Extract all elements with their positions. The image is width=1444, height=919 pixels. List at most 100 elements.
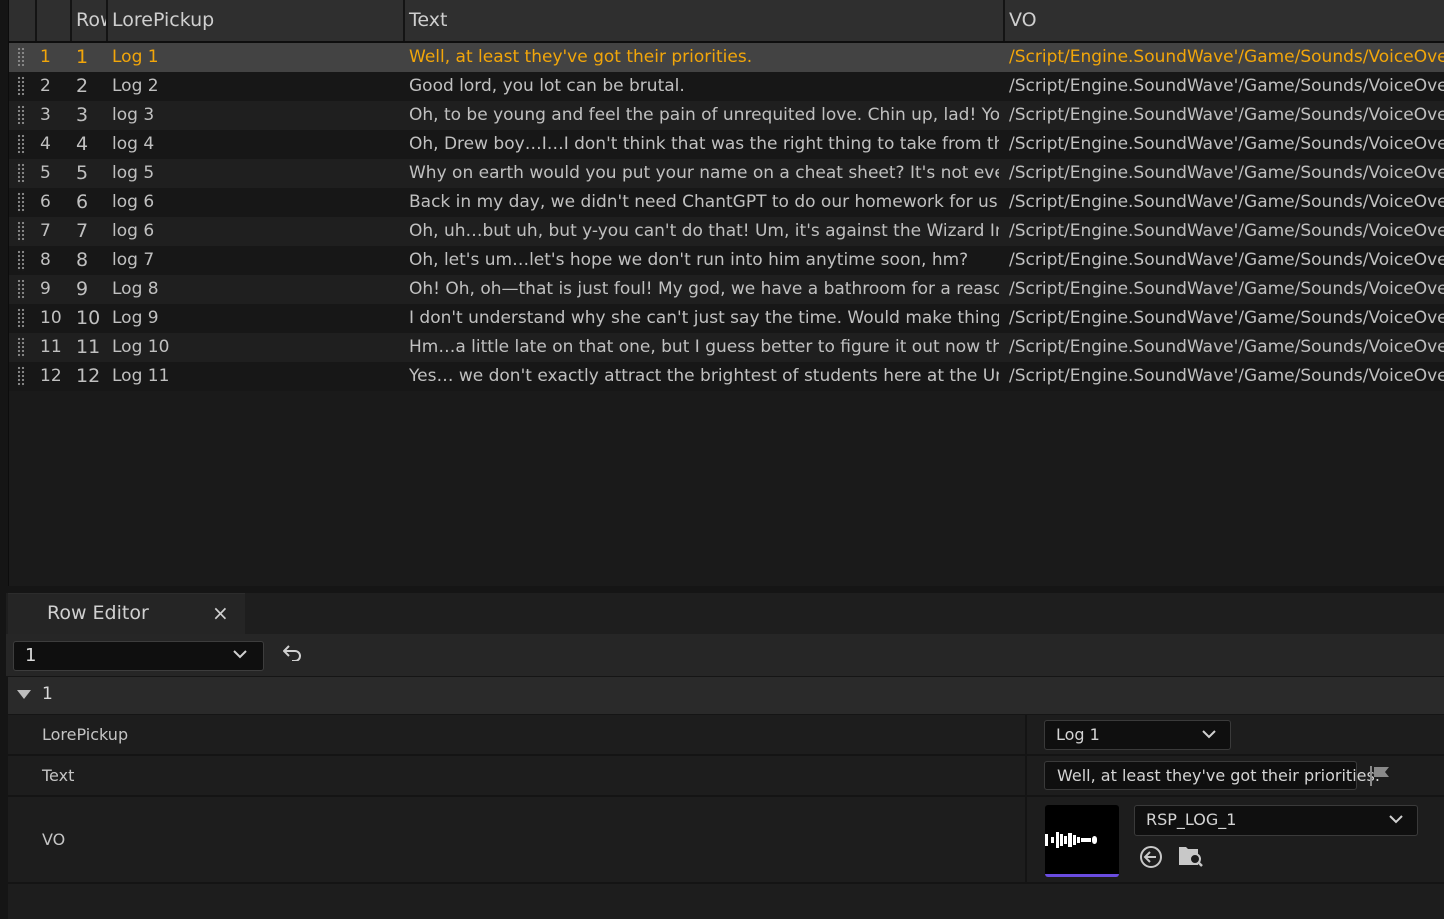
row-name: 2 — [76, 75, 89, 97]
header-drag-column[interactable] — [9, 0, 37, 41]
row-lorepickup: Log 11 — [112, 366, 170, 386]
grip-handle-icon[interactable] — [17, 192, 25, 213]
row-index: 8 — [40, 250, 51, 270]
row-text: Yes… we don't exactly attract the bright… — [409, 366, 999, 386]
table-row[interactable]: 1 1 Log 1 Well, at least they've got their … — [9, 43, 1444, 72]
browse-asset-icon[interactable] — [1178, 844, 1204, 868]
grip-handle-icon[interactable] — [17, 76, 25, 97]
tab-row-editor-label: Row Editor — [47, 602, 149, 624]
row-lorepickup: Log 10 — [112, 337, 170, 357]
table-row[interactable]: 8 8 log 7 Oh, let's um…let's hope we don't … — [9, 246, 1444, 275]
vo-asset-value: RSP_LOG_1 — [1146, 810, 1237, 829]
header-index[interactable] — [37, 0, 72, 41]
property-divider — [1025, 715, 1027, 754]
row-text: Well, at least they've got their priorit… — [409, 47, 753, 67]
grip-handle-icon[interactable] — [17, 250, 25, 271]
property-divider — [1025, 756, 1027, 795]
undo-icon[interactable] — [283, 645, 301, 661]
property-divider — [1025, 797, 1027, 882]
row-vo: /Script/Engine.SoundWave'/Game/Sounds/Vo… — [1009, 163, 1444, 183]
row-lorepickup: log 5 — [112, 163, 155, 183]
row-index: 11 — [40, 337, 62, 357]
row-lorepickup: Log 8 — [112, 279, 159, 299]
row-name: 1 — [76, 46, 89, 68]
row-lorepickup: log 3 — [112, 105, 155, 125]
row-vo: /Script/Engine.SoundWave'/Game/Sounds/Vo… — [1009, 279, 1444, 299]
row-text: Oh, uh…but uh, but y-you can't do that! … — [409, 221, 999, 241]
row-index: 4 — [40, 134, 51, 154]
row-select-dropdown[interactable]: 1 — [13, 641, 264, 671]
grip-handle-icon[interactable] — [17, 366, 25, 387]
header-row-name[interactable]: Row Name — [72, 0, 108, 41]
grip-handle-icon[interactable] — [17, 163, 25, 184]
grip-handle-icon[interactable] — [17, 308, 25, 329]
grip-handle-icon[interactable] — [17, 279, 25, 300]
row-lorepickup: log 4 — [112, 134, 155, 154]
row-name: 10 — [76, 307, 101, 329]
row-editor-tabbar: Row Editor × — [6, 593, 1444, 635]
header-vo[interactable]: VO — [1005, 0, 1444, 41]
close-icon[interactable]: × — [212, 601, 229, 625]
category-row[interactable]: 1 — [8, 677, 1444, 714]
row-vo: /Script/Engine.SoundWave'/Game/Sounds/Vo… — [1009, 250, 1444, 270]
row-vo: /Script/Engine.SoundWave'/Game/Sounds/Vo… — [1009, 337, 1444, 357]
lorepickup-dropdown[interactable]: Log 1 — [1044, 720, 1231, 750]
row-index: 1 — [40, 47, 51, 67]
property-label-lorepickup: LorePickup — [42, 725, 129, 744]
row-text: Back in my day, we didn't need ChantGPT … — [409, 192, 999, 212]
property-label-vo: VO — [42, 830, 66, 849]
property-label-text: Text — [42, 766, 75, 785]
grip-handle-icon[interactable] — [17, 337, 25, 358]
row-vo: /Script/Engine.SoundWave'/Game/Sounds/Vo… — [1009, 308, 1444, 328]
table-row[interactable]: 3 3 log 3 Oh, to be young and feel the pain… — [9, 101, 1444, 130]
tab-row-editor[interactable]: Row Editor × — [8, 593, 245, 635]
row-select-value: 1 — [25, 645, 37, 666]
row-index: 6 — [40, 192, 51, 212]
vo-asset-dropdown[interactable]: RSP_LOG_1 — [1134, 805, 1418, 836]
sound-wave-thumbnail[interactable] — [1045, 805, 1119, 877]
row-text: Oh! Oh, oh—that is just foul! My god, we… — [409, 279, 999, 299]
category-label: 1 — [42, 684, 53, 704]
grip-handle-icon[interactable] — [17, 47, 25, 68]
row-name: 11 — [76, 336, 101, 358]
grip-handle-icon[interactable] — [17, 134, 25, 155]
row-name: 8 — [76, 249, 89, 271]
table-row[interactable]: 5 5 log 5 Why on earth would you put your n… — [9, 159, 1444, 188]
row-vo: /Script/Engine.SoundWave'/Game/Sounds/Vo… — [1009, 134, 1444, 154]
table-row[interactable]: 2 2 Log 2 Good lord, you lot can be brutal.… — [9, 72, 1444, 101]
row-lorepickup: Log 9 — [112, 308, 159, 328]
chevron-down-icon — [1202, 730, 1216, 739]
row-index: 10 — [40, 308, 62, 328]
row-index: 12 — [40, 366, 62, 386]
row-editor-toolbar: 1 — [6, 634, 1444, 676]
row-text: Oh, Drew boy…I…I don't think that was th… — [409, 134, 999, 154]
row-name: 6 — [76, 191, 89, 213]
row-lorepickup: log 7 — [112, 250, 155, 270]
chevron-down-icon — [1389, 815, 1403, 824]
row-index: 7 — [40, 221, 51, 241]
table-row[interactable]: 10 10 Log 9 I don't understand why she can'… — [9, 304, 1444, 333]
chevron-down-icon — [233, 650, 247, 659]
table-row[interactable]: 7 7 log 6 Oh, uh…but uh, but y-you can't do… — [9, 217, 1444, 246]
use-selected-asset-icon[interactable] — [1139, 845, 1163, 869]
table-row[interactable]: 12 12 Log 11 Yes… we don't exactly attract … — [9, 362, 1444, 391]
row-lorepickup: Log 2 — [112, 76, 159, 96]
table-row[interactable]: 4 4 log 4 Oh, Drew boy…I…I don't think that… — [9, 130, 1444, 159]
flag-icon[interactable] — [1369, 765, 1391, 787]
row-index: 3 — [40, 105, 51, 125]
row-vo: /Script/Engine.SoundWave'/Game/Sounds/Vo… — [1009, 192, 1444, 212]
table-row[interactable]: 9 9 Log 8 Oh! Oh, oh—that is just foul! My … — [9, 275, 1444, 304]
text-value-field[interactable]: Well, at least they've got their priorit… — [1044, 761, 1380, 790]
table-row[interactable]: 6 6 log 6 Back in my day, we didn't need Ch… — [9, 188, 1444, 217]
header-lorepickup[interactable]: LorePickup — [108, 0, 405, 41]
row-text: Oh, let's um…let's hope we don't run int… — [409, 250, 969, 270]
grip-handle-icon[interactable] — [17, 105, 25, 126]
row-name: 3 — [76, 104, 89, 126]
table-row[interactable]: 11 11 Log 10 Hm…a little late on that one, … — [9, 333, 1444, 362]
grip-handle-icon[interactable] — [17, 221, 25, 242]
property-row-lorepickup: LorePickup Log 1 — [8, 715, 1444, 756]
row-name: 5 — [76, 162, 89, 184]
header-text[interactable]: Text — [405, 0, 1005, 41]
triangle-down-icon[interactable] — [17, 690, 31, 699]
row-vo: /Script/Engine.SoundWave'/Game/Sounds/Vo… — [1009, 76, 1444, 96]
